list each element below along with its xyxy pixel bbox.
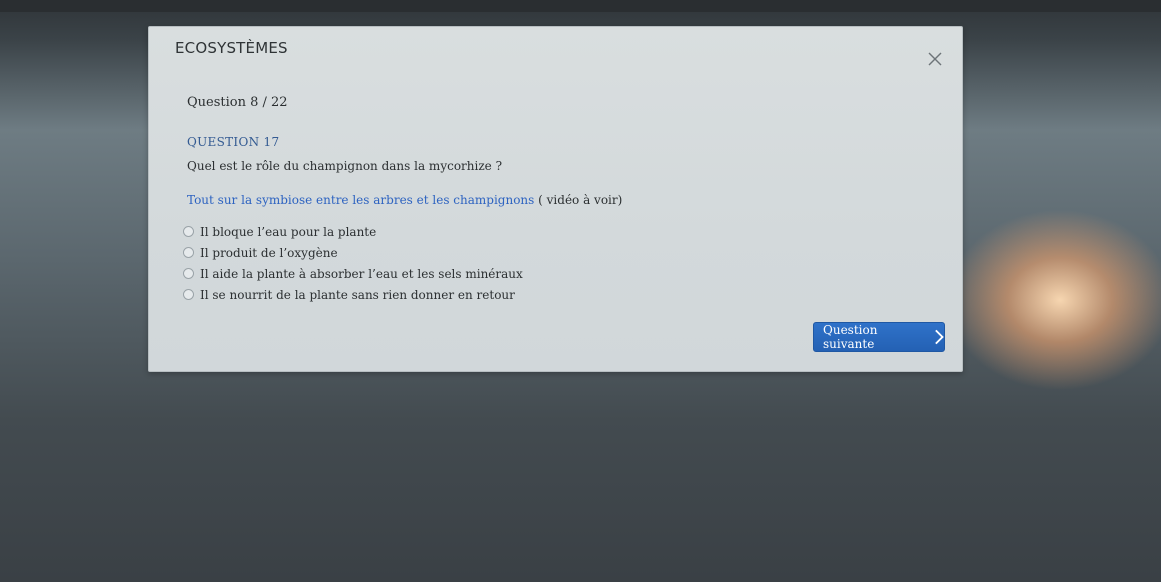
screen-top-bezel — [0, 0, 1161, 12]
next-question-label: Question suivante — [823, 323, 878, 351]
answer-option-label: Il se nourrit de la plante sans rien don… — [200, 287, 515, 302]
close-icon — [928, 52, 942, 66]
chevron-right-icon — [934, 329, 944, 345]
video-resource-link[interactable]: Tout sur la symbiose entre les arbres et… — [187, 193, 534, 207]
modal-title: ECOSYSTÈMES — [175, 39, 288, 57]
answer-option[interactable]: Il produit de l’oxygène — [183, 242, 523, 263]
answer-option[interactable]: Il bloque l’eau pour la plante — [183, 221, 523, 242]
radio-button[interactable] — [183, 247, 194, 258]
answer-option-label: Il aide la plante à absorber l’eau et le… — [200, 266, 523, 281]
quiz-modal: ECOSYSTÈMES Question 8 / 22 QUESTION 17 … — [148, 26, 963, 372]
close-button[interactable] — [925, 49, 945, 69]
resource-line: Tout sur la symbiose entre les arbres et… — [187, 193, 622, 207]
resource-suffix: ( vidéo à voir) — [534, 193, 623, 207]
question-counter: Question 8 / 22 — [187, 95, 288, 110]
next-question-button[interactable]: Question suivante — [813, 322, 945, 352]
question-text: Quel est le rôle du champignon dans la m… — [187, 159, 503, 173]
answer-option-label: Il bloque l’eau pour la plante — [200, 224, 377, 239]
radio-button[interactable] — [183, 289, 194, 300]
radio-button[interactable] — [183, 226, 194, 237]
answer-option[interactable]: Il se nourrit de la plante sans rien don… — [183, 284, 523, 305]
radio-button[interactable] — [183, 268, 194, 279]
question-number-label: QUESTION 17 — [187, 135, 280, 149]
answer-options: Il bloque l’eau pour la plante Il produi… — [183, 221, 523, 305]
answer-option[interactable]: Il aide la plante à absorber l’eau et le… — [183, 263, 523, 284]
answer-option-label: Il produit de l’oxygène — [200, 245, 338, 260]
